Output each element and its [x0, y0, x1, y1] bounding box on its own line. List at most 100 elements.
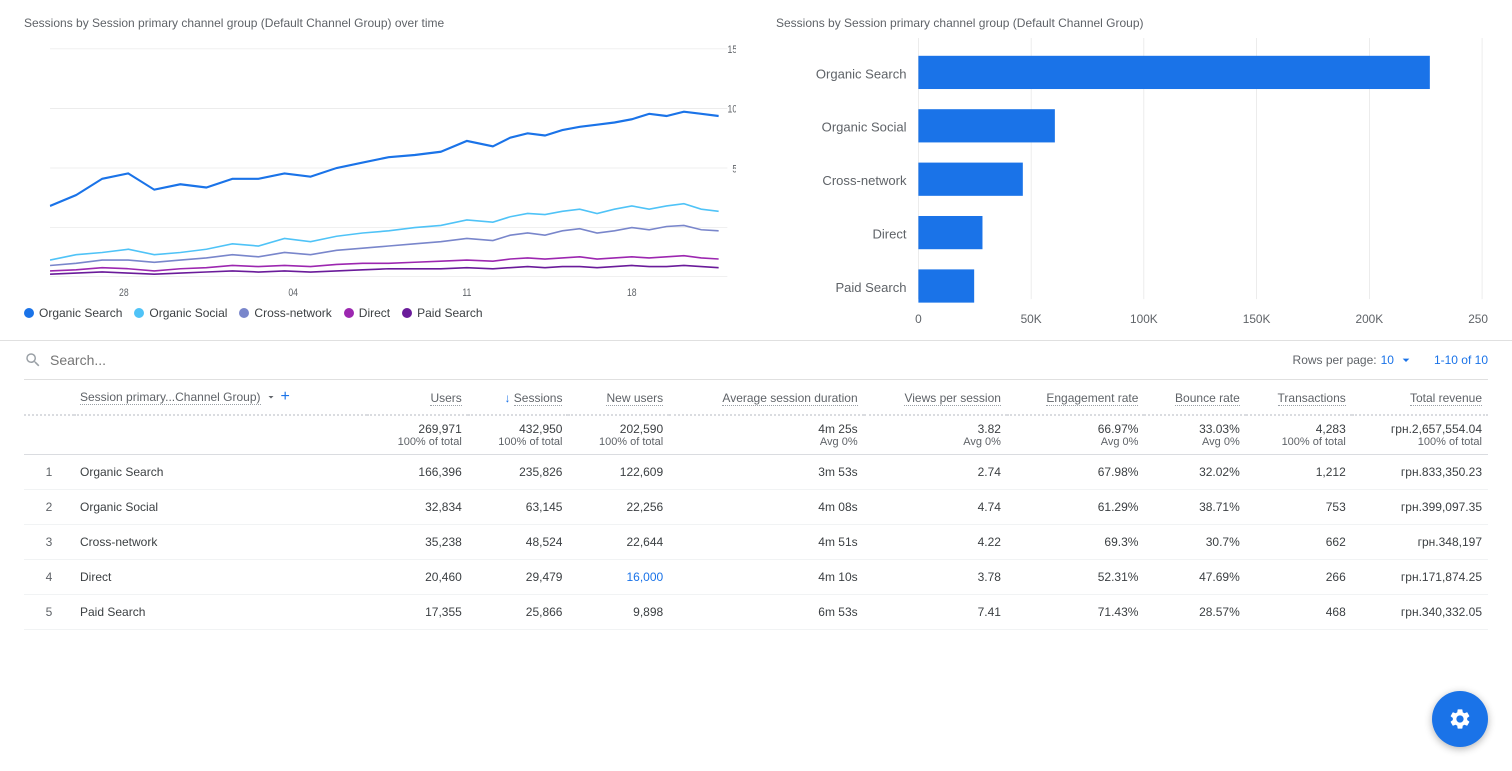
- table-row: 5 Paid Search 17,355 25,866 9,898 6m 53s…: [24, 595, 1488, 630]
- row-engagement: 69.3%: [1007, 525, 1144, 560]
- row-engagement: 71.43%: [1007, 595, 1144, 630]
- bar-chart: Organic Search Organic Social Cross-netw…: [776, 38, 1488, 298]
- svg-text:18: 18: [627, 287, 637, 298]
- col-header-num: [24, 380, 74, 415]
- row-avg-session: 4m 08s: [669, 490, 863, 525]
- row-num: 3: [24, 525, 74, 560]
- table-row: 3 Cross-network 35,238 48,524 22,644 4m …: [24, 525, 1488, 560]
- legend-organic-social[interactable]: Organic Social: [134, 306, 227, 320]
- svg-text:11: 11: [462, 287, 471, 298]
- row-revenue: грн.399,097.35: [1352, 490, 1488, 525]
- row-transactions: 662: [1246, 525, 1352, 560]
- legend-paid-search[interactable]: Paid Search: [402, 306, 482, 320]
- line-chart: 15K 10K 5K 0 28 Jan 04 Feb 11: [24, 38, 736, 298]
- table-row: 2 Organic Social 32,834 63,145 22,256 4m…: [24, 490, 1488, 525]
- add-column-icon[interactable]: +: [281, 388, 290, 406]
- row-sessions: 48,524: [468, 525, 569, 560]
- col-header-channel[interactable]: Session primary...Channel Group) +: [74, 380, 367, 415]
- legend-cross-network-label: Cross-network: [254, 306, 331, 320]
- row-bounce: 30.7%: [1144, 525, 1245, 560]
- row-new-users: 22,644: [568, 525, 669, 560]
- search-box[interactable]: [24, 351, 250, 369]
- row-new-users: 9,898: [568, 595, 669, 630]
- svg-text:5K: 5K: [732, 164, 736, 176]
- row-new-users: 22,256: [568, 490, 669, 525]
- row-engagement: 61.29%: [1007, 490, 1144, 525]
- col-header-avg-session[interactable]: Average session duration: [669, 380, 863, 415]
- svg-text:Organic Social: Organic Social: [822, 120, 907, 135]
- row-engagement: 67.98%: [1007, 455, 1144, 490]
- svg-text:Cross-network: Cross-network: [822, 173, 907, 188]
- row-sessions: 25,866: [468, 595, 569, 630]
- row-revenue: грн.348,197: [1352, 525, 1488, 560]
- legend-cross-network[interactable]: Cross-network: [239, 306, 331, 320]
- table-row: 1 Organic Search 166,396 235,826 122,609…: [24, 455, 1488, 490]
- row-revenue: грн.171,874.25: [1352, 560, 1488, 595]
- row-views-per: 3.78: [864, 560, 1007, 595]
- svg-text:100K: 100K: [1130, 312, 1158, 326]
- svg-text:50K: 50K: [1021, 312, 1042, 326]
- row-users: 32,834: [367, 490, 468, 525]
- row-num: 4: [24, 560, 74, 595]
- pagination-info: 1-10 of 10: [1434, 353, 1488, 367]
- row-channel[interactable]: Organic Social: [74, 490, 367, 525]
- svg-text:Organic Search: Organic Search: [816, 66, 907, 81]
- col-header-views-per[interactable]: Views per session: [864, 380, 1007, 415]
- row-revenue: грн.340,332.05: [1352, 595, 1488, 630]
- row-avg-session: 6m 53s: [669, 595, 863, 630]
- row-new-users: 16,000: [568, 560, 669, 595]
- row-num: 1: [24, 455, 74, 490]
- chevron-down-icon: [1398, 352, 1414, 368]
- search-input[interactable]: [50, 352, 250, 368]
- chart-legend: Organic Search Organic Social Cross-netw…: [24, 298, 736, 332]
- col-header-bounce[interactable]: Bounce rate: [1144, 380, 1245, 415]
- row-channel[interactable]: Cross-network: [74, 525, 367, 560]
- row-channel[interactable]: Direct: [74, 560, 367, 595]
- row-revenue: грн.833,350.23: [1352, 455, 1488, 490]
- row-sessions: 29,479: [468, 560, 569, 595]
- svg-text:200K: 200K: [1355, 312, 1383, 326]
- svg-text:0: 0: [915, 312, 922, 326]
- legend-organic-search[interactable]: Organic Search: [24, 306, 122, 320]
- svg-text:28: 28: [119, 287, 129, 298]
- svg-text:04: 04: [288, 287, 298, 298]
- legend-direct[interactable]: Direct: [344, 306, 390, 320]
- col-header-transactions[interactable]: Transactions: [1246, 380, 1352, 415]
- row-views-per: 2.74: [864, 455, 1007, 490]
- row-engagement: 52.31%: [1007, 560, 1144, 595]
- rows-per-page-label: Rows per page:: [1293, 353, 1377, 367]
- row-bounce: 28.57%: [1144, 595, 1245, 630]
- legend-direct-label: Direct: [359, 306, 390, 320]
- row-users: 166,396: [367, 455, 468, 490]
- col-header-users[interactable]: Users: [367, 380, 468, 415]
- row-num: 5: [24, 595, 74, 630]
- table-section: Rows per page: 10 1-10 of 10 Session pri…: [0, 341, 1512, 630]
- col-header-new-users[interactable]: New users: [568, 380, 669, 415]
- svg-text:250K: 250K: [1468, 312, 1488, 326]
- row-num: 2: [24, 490, 74, 525]
- row-channel[interactable]: Organic Search: [74, 455, 367, 490]
- col-header-engagement[interactable]: Engagement rate: [1007, 380, 1144, 415]
- settings-fab[interactable]: [1432, 691, 1488, 747]
- row-transactions: 1,212: [1246, 455, 1352, 490]
- row-users: 35,238: [367, 525, 468, 560]
- row-transactions: 266: [1246, 560, 1352, 595]
- row-new-users: 122,609: [568, 455, 669, 490]
- svg-text:10K: 10K: [728, 104, 736, 116]
- row-users: 17,355: [367, 595, 468, 630]
- legend-paid-search-label: Paid Search: [417, 306, 482, 320]
- row-channel[interactable]: Paid Search: [74, 595, 367, 630]
- legend-organic-search-label: Organic Search: [39, 306, 122, 320]
- filter-icon[interactable]: [265, 391, 277, 403]
- row-bounce: 47.69%: [1144, 560, 1245, 595]
- rows-per-page-select[interactable]: 10: [1381, 352, 1414, 368]
- settings-icon: [1448, 707, 1472, 731]
- row-sessions: 63,145: [468, 490, 569, 525]
- col-header-sessions[interactable]: ↓ Sessions: [468, 380, 569, 415]
- search-icon: [24, 351, 42, 369]
- right-chart-title: Sessions by Session primary channel grou…: [776, 16, 1488, 30]
- rows-per-page-value: 10: [1381, 353, 1394, 367]
- col-header-revenue[interactable]: Total revenue: [1352, 380, 1488, 415]
- svg-text:Paid Search: Paid Search: [835, 280, 906, 295]
- svg-text:150K: 150K: [1243, 312, 1271, 326]
